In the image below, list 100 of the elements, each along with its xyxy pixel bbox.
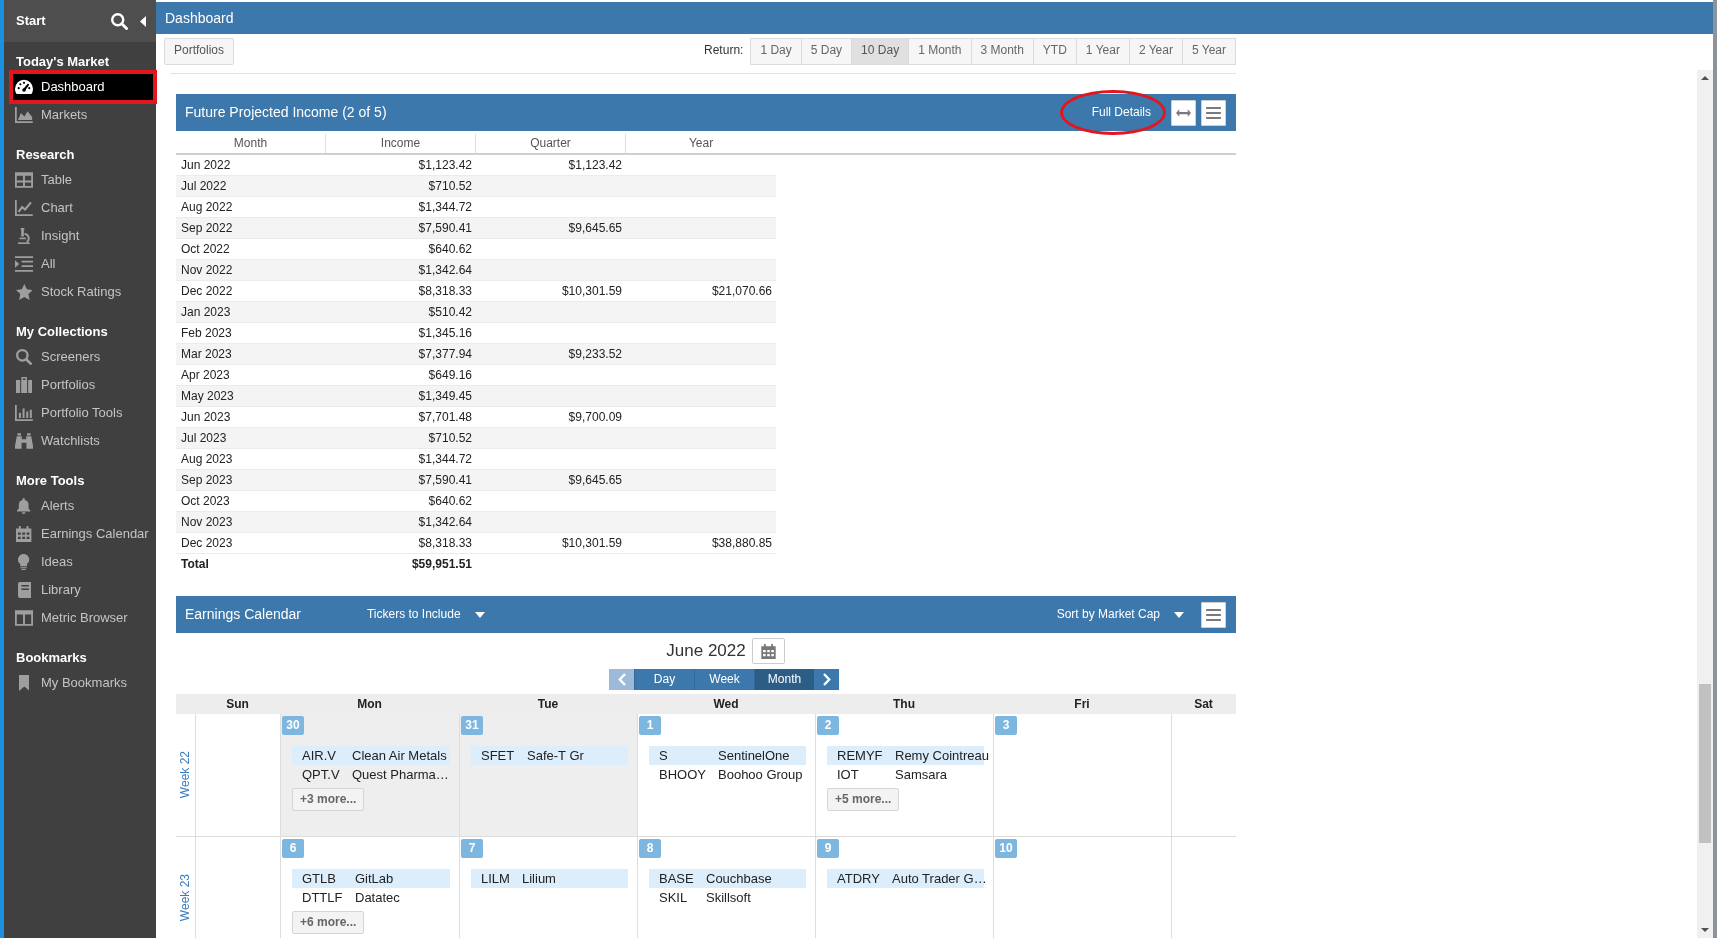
caret-down-icon: [474, 611, 485, 618]
sidebar-item[interactable]: Portfolio Tools: [13, 400, 153, 426]
caret-left-icon[interactable]: [140, 15, 146, 27]
view-button[interactable]: Month: [754, 669, 814, 690]
table-cell-text: $1,123.42: [567, 157, 623, 174]
area-chart-icon: [15, 107, 33, 123]
ticker-link[interactable]: S: [659, 746, 706, 765]
next-button[interactable]: [814, 669, 839, 690]
portfolios-button[interactable]: Portfolios: [164, 37, 235, 65]
full-details-link[interactable]: Full Details: [1087, 102, 1155, 123]
table-cell-text: Nov 2023: [180, 514, 234, 531]
search-icon[interactable]: [111, 12, 128, 30]
table-cell-text: Jul 2022: [180, 178, 228, 195]
menu-button[interactable]: [1201, 601, 1226, 628]
more-events-button[interactable]: +3 more...: [292, 788, 365, 811]
period-button[interactable]: 3 Month: [970, 37, 1034, 65]
sort-dropdown[interactable]: Sort by Market Cap: [1052, 604, 1188, 625]
company-name: Boohoo Group: [718, 766, 803, 784]
scroll-up-icon[interactable]: [1701, 76, 1709, 80]
table-cell-text: $8,318.33: [417, 283, 473, 300]
sidebar-item[interactable]: All: [13, 251, 153, 277]
column-header: Quarter: [476, 134, 626, 153]
week-label[interactable]: Week 23: [177, 874, 194, 922]
week-label[interactable]: Week 22: [177, 751, 194, 799]
microscope-icon: [17, 228, 31, 244]
table-cell-text: $8,318.33: [417, 535, 473, 552]
sidebar-item[interactable]: Dashboard: [13, 74, 153, 100]
more-events-button[interactable]: +6 more...: [292, 911, 365, 934]
company-name: GitLab: [355, 870, 394, 888]
table-cell-text: Sep 2022: [180, 220, 234, 237]
scrollbar[interactable]: [1697, 70, 1713, 938]
column-header: Month: [176, 134, 326, 153]
caret-down-icon: [1174, 611, 1184, 618]
ticker-link[interactable]: REMYF: [837, 746, 883, 765]
period-button[interactable]: YTD: [1032, 37, 1077, 65]
day-number: 10: [995, 839, 1017, 858]
bell-icon: [17, 498, 31, 514]
period-button[interactable]: 1 Month: [908, 37, 972, 65]
ticker-link[interactable]: AIR.V: [302, 746, 340, 765]
resize-button[interactable]: [1171, 99, 1196, 126]
ticker-link[interactable]: ATDRY: [837, 869, 880, 888]
day-number: 1: [639, 716, 661, 735]
ticker-link[interactable]: LILM: [481, 869, 510, 888]
table-cell-text: $649.16: [427, 367, 473, 384]
table-cell-text: $7,590.41: [417, 472, 473, 489]
table-cell-text: $7,701.48: [417, 409, 473, 426]
sidebar-item[interactable]: Library: [13, 577, 153, 603]
table-cell-text: Jul 2023: [180, 430, 228, 447]
calendar-month-title: June 2022: [666, 639, 746, 662]
sidebar-item[interactable]: Alerts: [13, 493, 153, 519]
sidebar-item[interactable]: Screeners: [13, 344, 153, 370]
calendar-icon: [16, 526, 32, 542]
sidebar-heading: My Collections: [15, 323, 109, 341]
date-picker-button[interactable]: [751, 638, 785, 664]
book-icon: [17, 582, 31, 598]
ticker-link[interactable]: QPT.V: [302, 765, 340, 784]
table-cell-text: Jun 2023: [180, 409, 232, 426]
sidebar-item[interactable]: Stock Ratings: [13, 279, 153, 305]
sidebar-item[interactable]: My Bookmarks: [13, 670, 153, 696]
day-number: 6: [282, 839, 304, 858]
ticker-link[interactable]: IOT: [837, 765, 883, 784]
period-button[interactable]: 1 Year: [1075, 37, 1130, 65]
table-cell-text: $9,700.09: [567, 409, 623, 426]
day-number: 31: [461, 716, 483, 735]
sidebar-item[interactable]: Portfolios: [13, 372, 153, 398]
day-number: 7: [461, 839, 483, 858]
table-cell-text: Dec 2022: [180, 283, 234, 300]
ticker-link[interactable]: BASE: [659, 869, 694, 888]
sidebar-item[interactable]: Ideas: [13, 549, 153, 575]
sidebar-item[interactable]: Metric Browser: [13, 605, 153, 631]
sidebar-item[interactable]: Table: [13, 167, 153, 193]
ticker-link[interactable]: GTLB: [302, 869, 343, 888]
sidebar-heading: Today's Market: [15, 53, 111, 71]
ticker-link[interactable]: SKIL: [659, 888, 694, 907]
table-cell-text: $640.62: [427, 241, 473, 258]
scrollbar-thumb[interactable]: [1699, 684, 1711, 843]
scroll-down-icon[interactable]: [1701, 928, 1709, 932]
ticker-link[interactable]: SFET: [481, 746, 515, 765]
menu-button[interactable]: [1201, 99, 1226, 126]
sidebar-item[interactable]: Markets: [13, 102, 153, 128]
table-cell-text: Sep 2023: [180, 472, 234, 489]
more-events-button[interactable]: +5 more...: [827, 788, 900, 811]
period-button[interactable]: 2 Year: [1128, 37, 1183, 65]
ticker-link[interactable]: BHOOY: [659, 765, 706, 784]
panel-title: Future Projected Income (2 of 5): [185, 103, 387, 122]
start-title: Start: [16, 12, 46, 30]
sidebar-item[interactable]: Earnings Calendar: [13, 521, 153, 547]
view-button[interactable]: Day: [634, 669, 694, 690]
line-chart-icon: [15, 200, 33, 216]
ticker-link[interactable]: DTTLF: [302, 888, 343, 907]
view-button[interactable]: Week: [694, 669, 754, 690]
period-button[interactable]: 5 Day: [800, 37, 853, 65]
period-button[interactable]: 10 Day: [851, 37, 910, 65]
bar-chart-icon: [15, 405, 33, 421]
sidebar-item[interactable]: Watchlists: [13, 428, 153, 454]
period-button[interactable]: 5 Year: [1181, 37, 1236, 65]
tickers-dropdown[interactable]: Tickers to Include: [362, 604, 489, 625]
sidebar-item[interactable]: Chart: [13, 195, 153, 221]
sidebar-item[interactable]: Insight: [13, 223, 153, 249]
period-button[interactable]: 1 Day: [750, 37, 802, 65]
